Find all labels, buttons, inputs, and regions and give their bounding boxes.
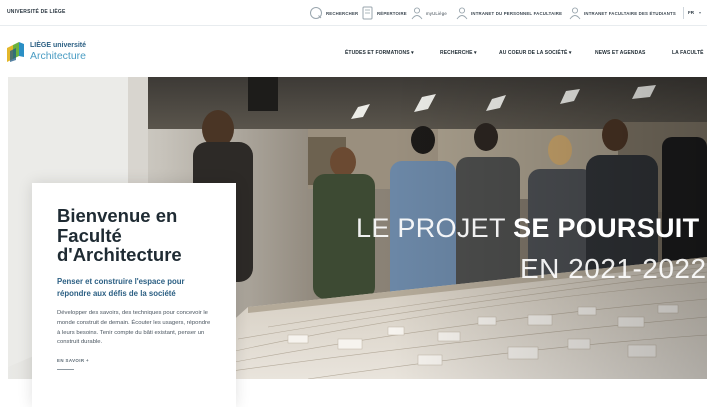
user-icon <box>569 7 581 20</box>
myuliege-label: myULiège <box>426 10 447 16</box>
directory-label: RÉPERTOIRE <box>377 10 407 16</box>
card-title: Bienvenue en Faculté d'Architecture <box>57 205 182 265</box>
divider <box>683 7 684 19</box>
brand-name: LIÈGE université <box>30 42 87 49</box>
card-text: Développer des savoirs, des techniques p… <box>57 310 211 346</box>
directory-link[interactable]: RÉPERTOIRE <box>362 4 407 22</box>
link-underline <box>57 369 74 371</box>
search-link[interactable]: RECHERCHER <box>309 4 358 22</box>
staff-intranet-label: INTRANET DU PERSONNEL FACULTAIRE <box>471 10 563 16</box>
hero-tagline-years: EN 2021-2022 <box>520 253 707 284</box>
user-icon <box>411 7 423 20</box>
hero-tagline: LE PROJET SE POURSUIT <box>356 213 699 243</box>
nav-item-faculte[interactable]: LA FACULTÉ <box>672 50 704 56</box>
user-icon <box>456 7 468 20</box>
hero-tagline-light: LE PROJET <box>356 213 514 243</box>
nav-item-etudes[interactable]: ÉTUDES ET FORMATIONS ▾ <box>345 50 414 56</box>
directory-icon <box>362 6 373 20</box>
nav-item-news[interactable]: NEWS ET AGENDAS <box>595 50 645 56</box>
language-selector[interactable]: FR <box>688 10 694 15</box>
uliege-logo[interactable] <box>7 42 27 62</box>
read-more-link[interactable]: EN SAVOIR + <box>57 358 211 363</box>
university-label[interactable]: UNIVERSITÉ DE LIÈGE <box>7 9 66 15</box>
intro-card: Bienvenue en Faculté d'Architecture Pens… <box>32 183 236 407</box>
top-utility-bar: UNIVERSITÉ DE LIÈGE RECHERCHER RÉPERTOIR… <box>0 0 707 26</box>
faculty-name: Architecture <box>30 50 87 62</box>
myuliege-link[interactable]: myULiège <box>411 4 447 22</box>
card-subtitle: Penser et construire l'espace pour répon… <box>57 276 185 298</box>
chevron-down-icon: ▾ <box>699 10 702 15</box>
student-intranet-link[interactable]: INTRANET FACULTAIRE DES ÉTUDIANTS <box>569 4 676 22</box>
nav-item-recherche[interactable]: RECHERCHE ▾ <box>440 50 477 56</box>
staff-intranet-link[interactable]: INTRANET DU PERSONNEL FACULTAIRE <box>456 4 562 22</box>
student-intranet-label: INTRANET FACULTAIRE DES ÉTUDIANTS <box>584 10 676 16</box>
search-label: RECHERCHER <box>326 10 359 16</box>
nav-item-societe[interactable]: AU COEUR DE LA SOCIÉTÉ ▾ <box>499 50 572 56</box>
hero-tagline-bold: SE POURSUIT <box>513 213 700 243</box>
search-icon <box>310 7 322 19</box>
